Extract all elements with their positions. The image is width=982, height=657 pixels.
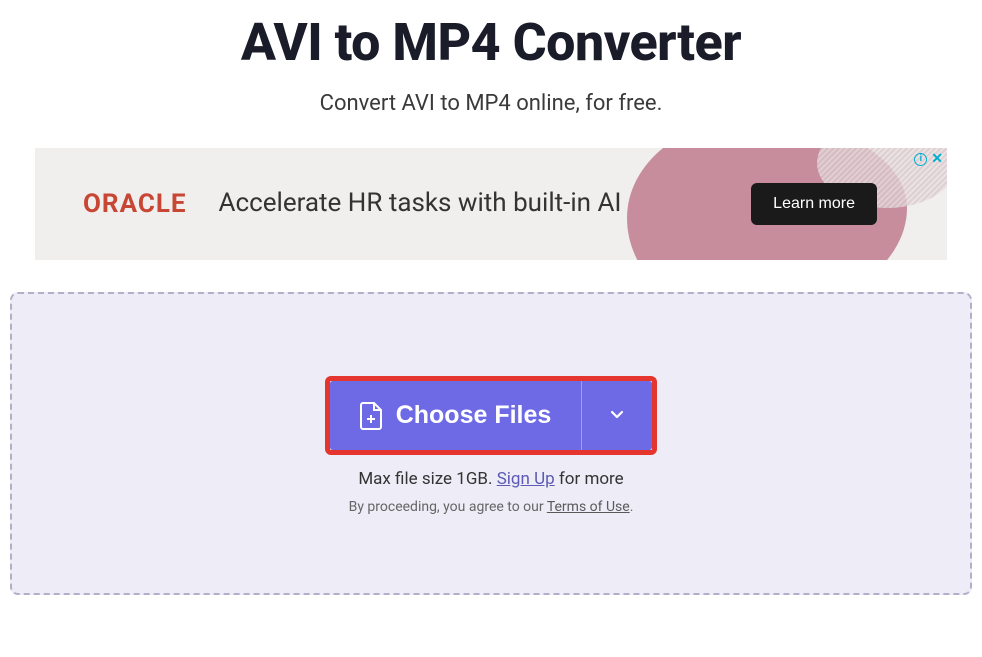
ad-banner[interactable]: ORACLE Accelerate HR tasks with built-in… [35, 148, 947, 260]
choose-files-label: Choose Files [396, 401, 552, 430]
choose-files-highlight: Choose Files [325, 376, 658, 455]
page-subtitle: Convert AVI to MP4 online, for free. [10, 91, 972, 116]
notice-prefix: Max file size 1GB. [358, 469, 496, 489]
terms-suffix: . [630, 499, 634, 515]
ad-brand-logo: ORACLE [83, 189, 187, 219]
notice-suffix: for more [555, 469, 624, 489]
sign-up-link[interactable]: Sign Up [497, 469, 555, 489]
close-ad-icon[interactable]: ✕ [931, 152, 943, 166]
adchoices-icon[interactable]: i [914, 153, 927, 166]
choose-files-button[interactable]: Choose Files [330, 381, 582, 450]
choose-files-dropdown[interactable] [581, 381, 652, 450]
terms-notice: By proceeding, you agree to our Terms of… [32, 499, 950, 515]
max-size-notice: Max file size 1GB. Sign Up for more [32, 469, 950, 489]
terms-prefix: By proceeding, you agree to our [349, 499, 547, 515]
file-dropzone[interactable]: Choose Files Max file size 1GB. Sign Up … [10, 292, 972, 595]
file-add-icon [360, 402, 382, 430]
terms-of-use-link[interactable]: Terms of Use [547, 499, 630, 515]
page-title: AVI to MP4 Converter [10, 12, 972, 73]
ad-cta-button[interactable]: Learn more [751, 183, 877, 225]
chevron-down-icon [608, 405, 626, 426]
